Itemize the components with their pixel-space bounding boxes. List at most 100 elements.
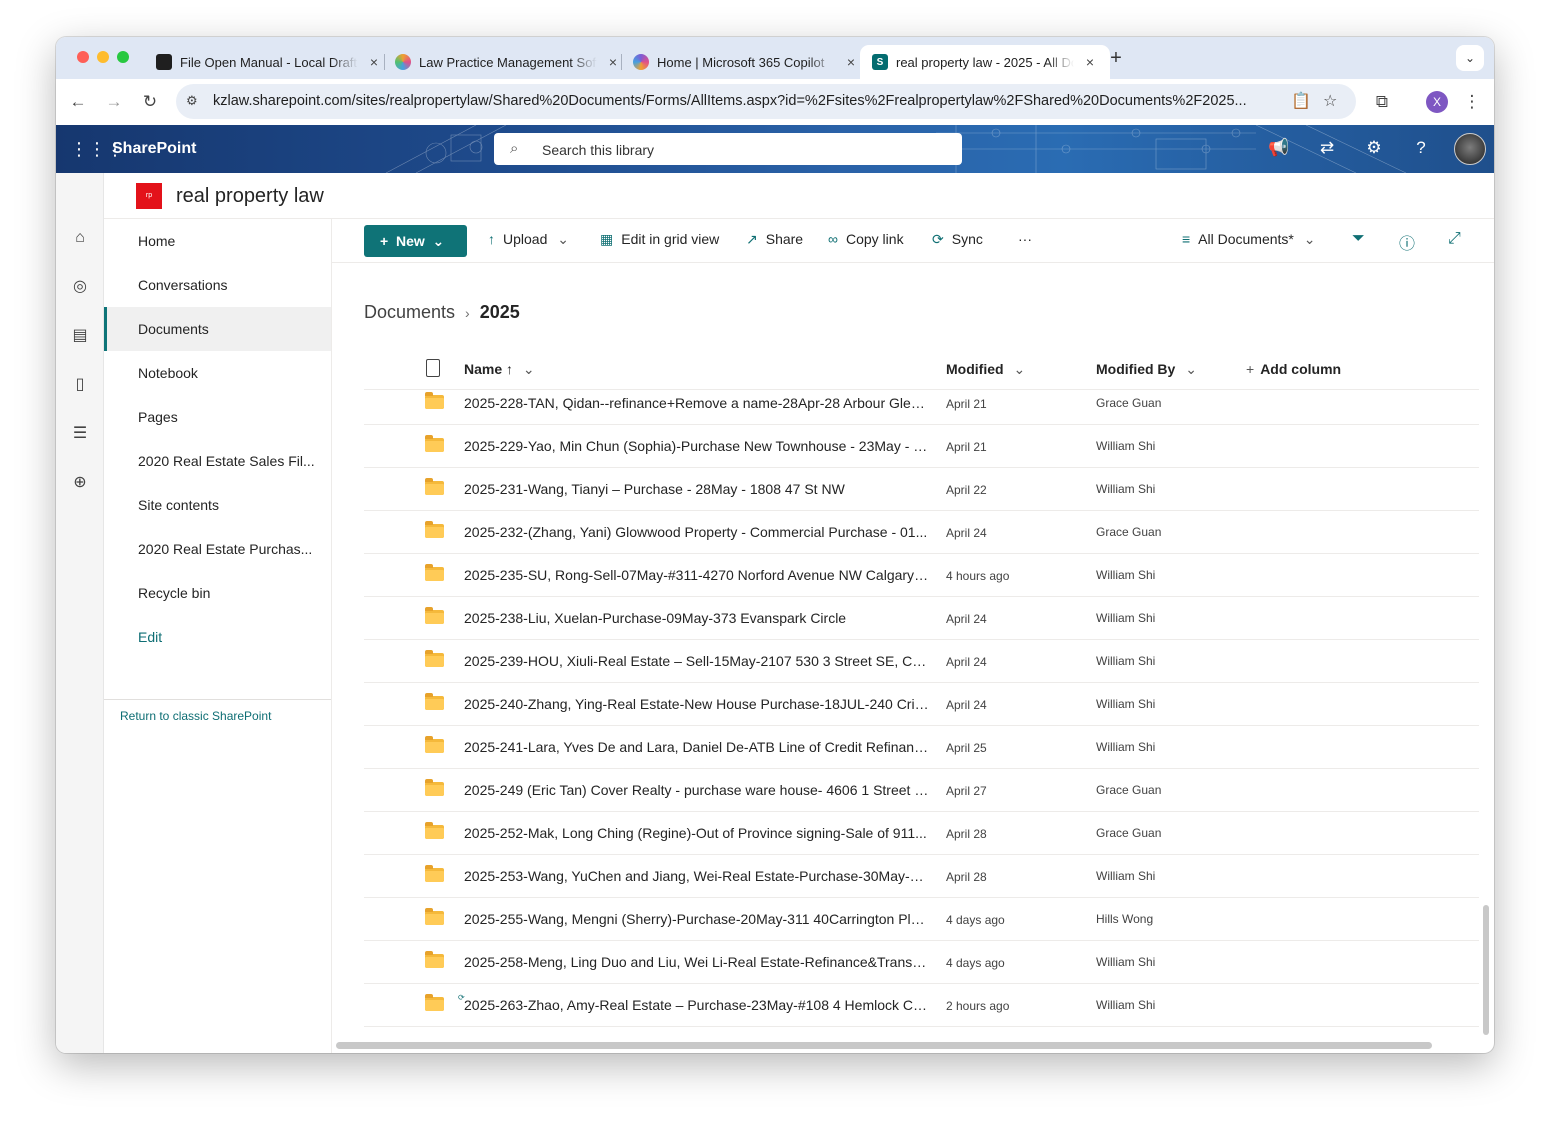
nav-item-real-estate-purchases[interactable]: 2020 Real Estate Purchas... xyxy=(104,527,331,571)
news-icon[interactable]: ▤ xyxy=(69,325,91,347)
sync-button[interactable]: ⟳ Sync xyxy=(932,231,983,248)
modified-by-name[interactable]: William Shi xyxy=(1096,740,1155,754)
column-header-modified-by[interactable]: Modified By ⌄ xyxy=(1096,361,1197,378)
modified-by-name[interactable]: Grace Guan xyxy=(1096,826,1161,840)
folder-name-link[interactable]: 2025-238-Liu, Xuelan-Purchase-09May-373 … xyxy=(464,610,929,626)
list-row[interactable]: 2025-252-Mak, Long Ching (Regine)-Out of… xyxy=(364,812,1479,855)
app-launcher-waffle-icon[interactable]: ⋮⋮⋮ xyxy=(70,139,124,159)
site-settings-icon[interactable]: ⚙ xyxy=(186,93,198,109)
column-header-modified[interactable]: Modified ⌄ xyxy=(946,361,1025,378)
create-plus-icon[interactable]: ⊕ xyxy=(69,472,91,494)
list-row[interactable]: 2025-239-HOU, Xiuli-Real Estate – Sell-1… xyxy=(364,640,1479,683)
close-tab-icon[interactable]: × xyxy=(1082,54,1098,70)
reload-icon[interactable]: ↻ xyxy=(136,88,164,116)
close-tab-icon[interactable]: × xyxy=(843,54,859,70)
home-icon[interactable]: ⌂ xyxy=(69,227,91,249)
extensions-puzzle-icon[interactable]: ⧉ xyxy=(1368,88,1396,116)
browser-tab-2[interactable]: Law Practice Management Software × xyxy=(383,45,633,79)
forward-arrow-icon[interactable]: → xyxy=(100,88,128,116)
nav-edit-link[interactable]: Edit xyxy=(104,615,331,659)
browser-tab-1[interactable]: File Open Manual - Local Draft × xyxy=(144,45,394,79)
list-row[interactable]: 2025-228-TAN, Qidan--refinance+Remove a … xyxy=(364,382,1479,425)
add-column-button[interactable]: + Add column xyxy=(1246,361,1341,377)
folder-name-link[interactable]: 2025-258-Meng, Ling Duo and Liu, Wei Li-… xyxy=(464,954,929,970)
nav-item-recycle-bin[interactable]: Recycle bin xyxy=(104,571,331,615)
list-row[interactable]: 2025-235-SU, Rong-Sell-07May-#311-4270 N… xyxy=(364,554,1479,597)
column-header-name[interactable]: Name ↑ ⌄ xyxy=(464,361,535,378)
modified-by-name[interactable]: Grace Guan xyxy=(1096,525,1161,539)
app-switcher-icon[interactable]: ⇄ xyxy=(1316,138,1338,158)
new-tab-button[interactable]: + xyxy=(1104,47,1128,70)
browser-tab-3[interactable]: Home | Microsoft 365 Copilot × xyxy=(621,45,871,79)
info-icon[interactable]: ⓘ xyxy=(1399,230,1415,254)
copy-link-button[interactable]: ∞ Copy link xyxy=(828,231,904,247)
folder-name-link[interactable]: 2025-263-Zhao, Amy-Real Estate – Purchas… xyxy=(464,997,929,1013)
nav-item-notebook[interactable]: Notebook xyxy=(104,351,331,395)
upload-button[interactable]: ↑ Upload ⌄ xyxy=(488,231,569,248)
more-actions-button[interactable]: ··· xyxy=(1018,231,1032,247)
modified-by-name[interactable]: William Shi xyxy=(1096,482,1155,496)
nav-item-documents[interactable]: Documents xyxy=(104,307,331,351)
browser-menu-icon[interactable]: ⋮ xyxy=(1458,88,1486,116)
modified-by-name[interactable]: William Shi xyxy=(1096,697,1155,711)
list-row[interactable]: ⟳ 2025-263-Zhao, Amy-Real Estate – Purcha… xyxy=(364,984,1479,1027)
folder-name-link[interactable]: 2025-253-Wang, YuChen and Jiang, Wei-Rea… xyxy=(464,868,929,884)
modified-by-name[interactable]: Grace Guan xyxy=(1096,783,1161,797)
modified-by-name[interactable]: William Shi xyxy=(1096,568,1155,582)
close-tab-icon[interactable]: × xyxy=(605,54,621,70)
minimize-window-button[interactable] xyxy=(97,51,109,63)
list-row[interactable]: 2025-249 (Eric Tan) Cover Realty - purch… xyxy=(364,769,1479,812)
modified-by-name[interactable]: Grace Guan xyxy=(1096,396,1161,410)
folder-name-link[interactable]: 2025-255-Wang, Mengni (Sherry)-Purchase-… xyxy=(464,911,929,927)
folder-name-link[interactable]: 2025-240-Zhang, Ying-Real Estate-New Hou… xyxy=(464,696,929,712)
lists-icon[interactable]: ☰ xyxy=(69,423,91,445)
modified-by-name[interactable]: William Shi xyxy=(1096,998,1155,1012)
folder-name-link[interactable]: 2025-232-(Zhang, Yani) Glowwood Property… xyxy=(464,524,929,540)
share-button[interactable]: ↗ Share xyxy=(746,231,803,248)
list-row[interactable]: 2025-229-Yao, Min Chun (Sophia)-Purchase… xyxy=(364,425,1479,468)
list-row[interactable]: 2025-231-Wang, Tianyi – Purchase - 28May… xyxy=(364,468,1479,511)
site-title[interactable]: real property law xyxy=(176,185,324,208)
settings-gear-icon[interactable]: ⚙ xyxy=(1363,138,1385,158)
filter-icon[interactable]: ⏷ xyxy=(1352,230,1365,248)
nav-item-real-estate-sales[interactable]: 2020 Real Estate Sales Fil... xyxy=(104,439,331,483)
folder-name-link[interactable]: 2025-235-SU, Rong-Sell-07May-#311-4270 N… xyxy=(464,567,929,583)
browser-tab-4-active[interactable]: S real property law - 2025 - All Documen… xyxy=(860,45,1110,79)
bookmark-star-icon[interactable]: ☆ xyxy=(1323,91,1337,111)
return-to-classic-link[interactable]: Return to classic SharePoint xyxy=(120,709,271,723)
sharepoint-brand-link[interactable]: SharePoint xyxy=(112,140,196,158)
maximize-window-button[interactable] xyxy=(117,51,129,63)
modified-by-name[interactable]: William Shi xyxy=(1096,955,1155,969)
folder-name-link[interactable]: 2025-231-Wang, Tianyi – Purchase - 28May… xyxy=(464,481,929,497)
folder-name-link[interactable]: 2025-229-Yao, Min Chun (Sophia)-Purchase… xyxy=(464,438,929,454)
site-logo[interactable]: rp xyxy=(136,183,162,209)
new-button[interactable]: + New ⌄ xyxy=(364,225,467,257)
url-text[interactable]: kzlaw.sharepoint.com/sites/realpropertyl… xyxy=(213,93,1273,109)
globe-icon[interactable]: ◎ xyxy=(69,276,91,298)
tab-search-chevron-icon[interactable]: ⌄ xyxy=(1456,45,1484,71)
list-row[interactable]: 2025-240-Zhang, Ying-Real Estate-New Hou… xyxy=(364,683,1479,726)
clipboard-icon[interactable]: 📋 xyxy=(1291,91,1311,111)
back-arrow-icon[interactable]: ← xyxy=(64,88,92,116)
list-row[interactable]: 2025-253-Wang, YuChen and Jiang, Wei-Rea… xyxy=(364,855,1479,898)
profile-avatar[interactable]: X xyxy=(1426,91,1448,113)
folder-name-link[interactable]: 2025-241-Lara, Yves De and Lara, Daniel … xyxy=(464,739,929,755)
breadcrumb-current-folder[interactable]: 2025 xyxy=(480,302,520,322)
nav-item-home[interactable]: Home xyxy=(104,219,331,263)
edit-grid-view-button[interactable]: ▦ Edit in grid view xyxy=(600,231,719,248)
list-row[interactable]: 2025-241-Lara, Yves De and Lara, Daniel … xyxy=(364,726,1479,769)
close-tab-icon[interactable]: × xyxy=(366,54,382,70)
folder-name-link[interactable]: 2025-252-Mak, Long Ching (Regine)-Out of… xyxy=(464,825,929,841)
modified-by-name[interactable]: William Shi xyxy=(1096,439,1155,453)
nav-item-pages[interactable]: Pages xyxy=(104,395,331,439)
library-search-box[interactable]: ⌕ Search this library xyxy=(494,133,962,165)
list-row[interactable]: 2025-232-(Zhang, Yani) Glowwood Property… xyxy=(364,511,1479,554)
horizontal-scrollbar[interactable] xyxy=(336,1042,1432,1049)
list-row[interactable]: 2025-238-Liu, Xuelan-Purchase-09May-373 … xyxy=(364,597,1479,640)
nav-item-site-contents[interactable]: Site contents xyxy=(104,483,331,527)
modified-by-name[interactable]: William Shi xyxy=(1096,611,1155,625)
vertical-scrollbar[interactable] xyxy=(1483,905,1489,1035)
list-row[interactable]: 2025-258-Meng, Ling Duo and Liu, Wei Li-… xyxy=(364,941,1479,984)
address-bar[interactable]: ⚙ kzlaw.sharepoint.com/sites/realpropert… xyxy=(176,84,1356,119)
help-question-icon[interactable]: ? xyxy=(1410,138,1432,158)
